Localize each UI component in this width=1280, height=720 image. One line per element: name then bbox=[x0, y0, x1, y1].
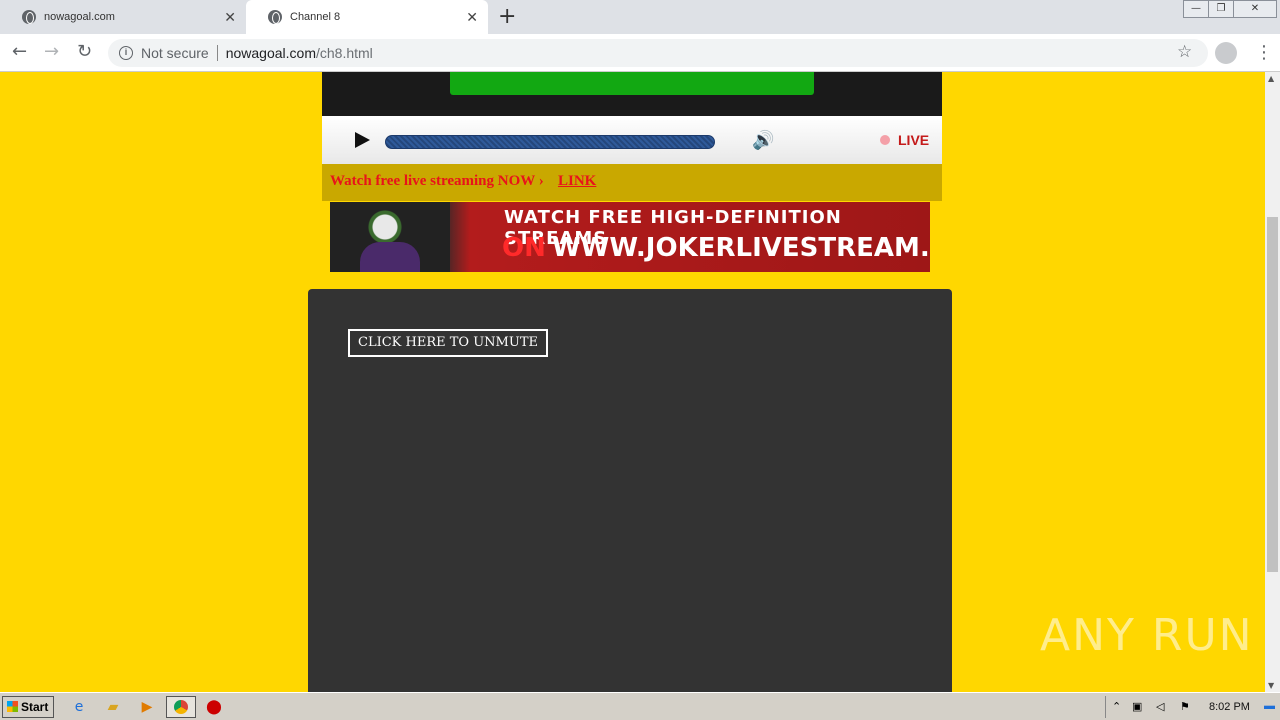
audio-player-bar: 🔊 LIVE bbox=[322, 116, 942, 164]
minimize-button[interactable]: — bbox=[1183, 0, 1209, 18]
play-icon[interactable] bbox=[355, 132, 370, 148]
banner-url: WWW.JOKERLIVESTREAM.COM bbox=[552, 233, 930, 263]
security-label: Not secure bbox=[141, 45, 209, 61]
volume-icon[interactable]: 🔊 bbox=[752, 130, 774, 151]
close-icon[interactable]: ✕ bbox=[466, 9, 478, 26]
tab-channel-8[interactable]: Channel 8 ✕ bbox=[246, 0, 488, 34]
video-area bbox=[322, 72, 942, 116]
start-button[interactable]: Start bbox=[2, 696, 54, 718]
info-icon[interactable]: i bbox=[119, 46, 133, 60]
menu-icon[interactable]: ⋮ bbox=[1255, 42, 1273, 63]
unmute-button[interactable]: CLICK HERE TO UNMUTE bbox=[348, 329, 548, 357]
tray-expand-icon[interactable]: ⌃ bbox=[1112, 700, 1121, 713]
clock[interactable]: 8:02 PM bbox=[1209, 701, 1250, 713]
divider bbox=[216, 45, 218, 61]
ie-icon[interactable]: e bbox=[70, 698, 88, 716]
video-player[interactable]: CLICK HERE TO UNMUTE bbox=[308, 289, 952, 692]
tab-strip: nowagoal.com ✕ Channel 8 ✕ + — ❐ ✕ bbox=[0, 0, 1280, 34]
live-dot-icon bbox=[880, 135, 890, 145]
joker-suit bbox=[360, 242, 420, 272]
page-content: 🔊 LIVE Watch free live streaming NOW › L… bbox=[0, 72, 1265, 692]
live-label: LIVE bbox=[898, 132, 930, 148]
scroll-down-icon[interactable]: ▼ bbox=[1268, 681, 1274, 690]
reload-icon[interactable]: ↻ bbox=[77, 41, 92, 62]
url-host: nowagoal.com bbox=[225, 45, 316, 61]
profile-avatar[interactable] bbox=[1215, 42, 1237, 64]
close-icon[interactable]: ✕ bbox=[224, 9, 236, 26]
globe-icon bbox=[22, 10, 36, 24]
green-button[interactable] bbox=[450, 72, 814, 95]
scrollbar-thumb[interactable] bbox=[1267, 217, 1278, 572]
speaker-icon[interactable]: ◁ bbox=[1156, 700, 1164, 713]
banner-on: ON bbox=[502, 233, 546, 263]
taskbar: Start e ▰ ▶ ⬤ ⌃ ▣ ◁ ⚑ 8:02 PM ▬ bbox=[0, 692, 1280, 720]
media-player-icon[interactable]: ▶ bbox=[138, 698, 156, 716]
forward-icon[interactable]: → bbox=[44, 41, 59, 62]
close-window-button[interactable]: ✕ bbox=[1233, 0, 1277, 18]
tab-title: Channel 8 bbox=[290, 11, 341, 23]
new-tab-button[interactable]: + bbox=[498, 4, 516, 29]
vertical-scrollbar[interactable]: ▲ ▼ bbox=[1265, 72, 1280, 692]
ad-banner[interactable]: WATCH FREE HIGH-DEFINITION STREAMS ON WW… bbox=[330, 202, 930, 272]
streaming-link-bar: Watch free live streaming NOW › LINK bbox=[322, 164, 942, 201]
link[interactable]: LINK bbox=[558, 173, 596, 190]
flag-icon[interactable]: ⚑ bbox=[1180, 700, 1190, 713]
tab-nowagoal[interactable]: nowagoal.com ✕ bbox=[0, 0, 246, 34]
chrome-icon[interactable] bbox=[166, 696, 196, 718]
url-path: /ch8.html bbox=[315, 45, 373, 61]
address-bar[interactable]: i Not secure nowagoal.com /ch8.html bbox=[108, 39, 1208, 67]
progress-bar[interactable] bbox=[385, 135, 715, 149]
back-icon[interactable]: ← bbox=[12, 41, 27, 62]
streaming-text[interactable]: Watch free live streaming NOW › bbox=[330, 173, 544, 190]
tab-title: nowagoal.com bbox=[44, 11, 115, 23]
restore-button[interactable]: ❐ bbox=[1208, 0, 1234, 18]
scroll-up-icon[interactable]: ▲ bbox=[1268, 74, 1274, 83]
folder-icon[interactable]: ▰ bbox=[104, 698, 122, 716]
browser-toolbar: ← → ↻ i Not secure nowagoal.com /ch8.htm… bbox=[0, 34, 1280, 72]
show-desktop-icon[interactable]: ▬ bbox=[1264, 700, 1275, 712]
stop-icon[interactable]: ⬤ bbox=[205, 698, 223, 716]
bookmark-star-icon[interactable]: ☆ bbox=[1177, 42, 1192, 62]
globe-icon bbox=[268, 10, 282, 24]
system-tray: ⌃ ▣ ◁ ⚑ 8:02 PM ▬ bbox=[1105, 696, 1280, 718]
network-icon[interactable]: ▣ bbox=[1132, 700, 1142, 713]
anyrun-watermark: ANY RUN bbox=[1040, 610, 1254, 661]
